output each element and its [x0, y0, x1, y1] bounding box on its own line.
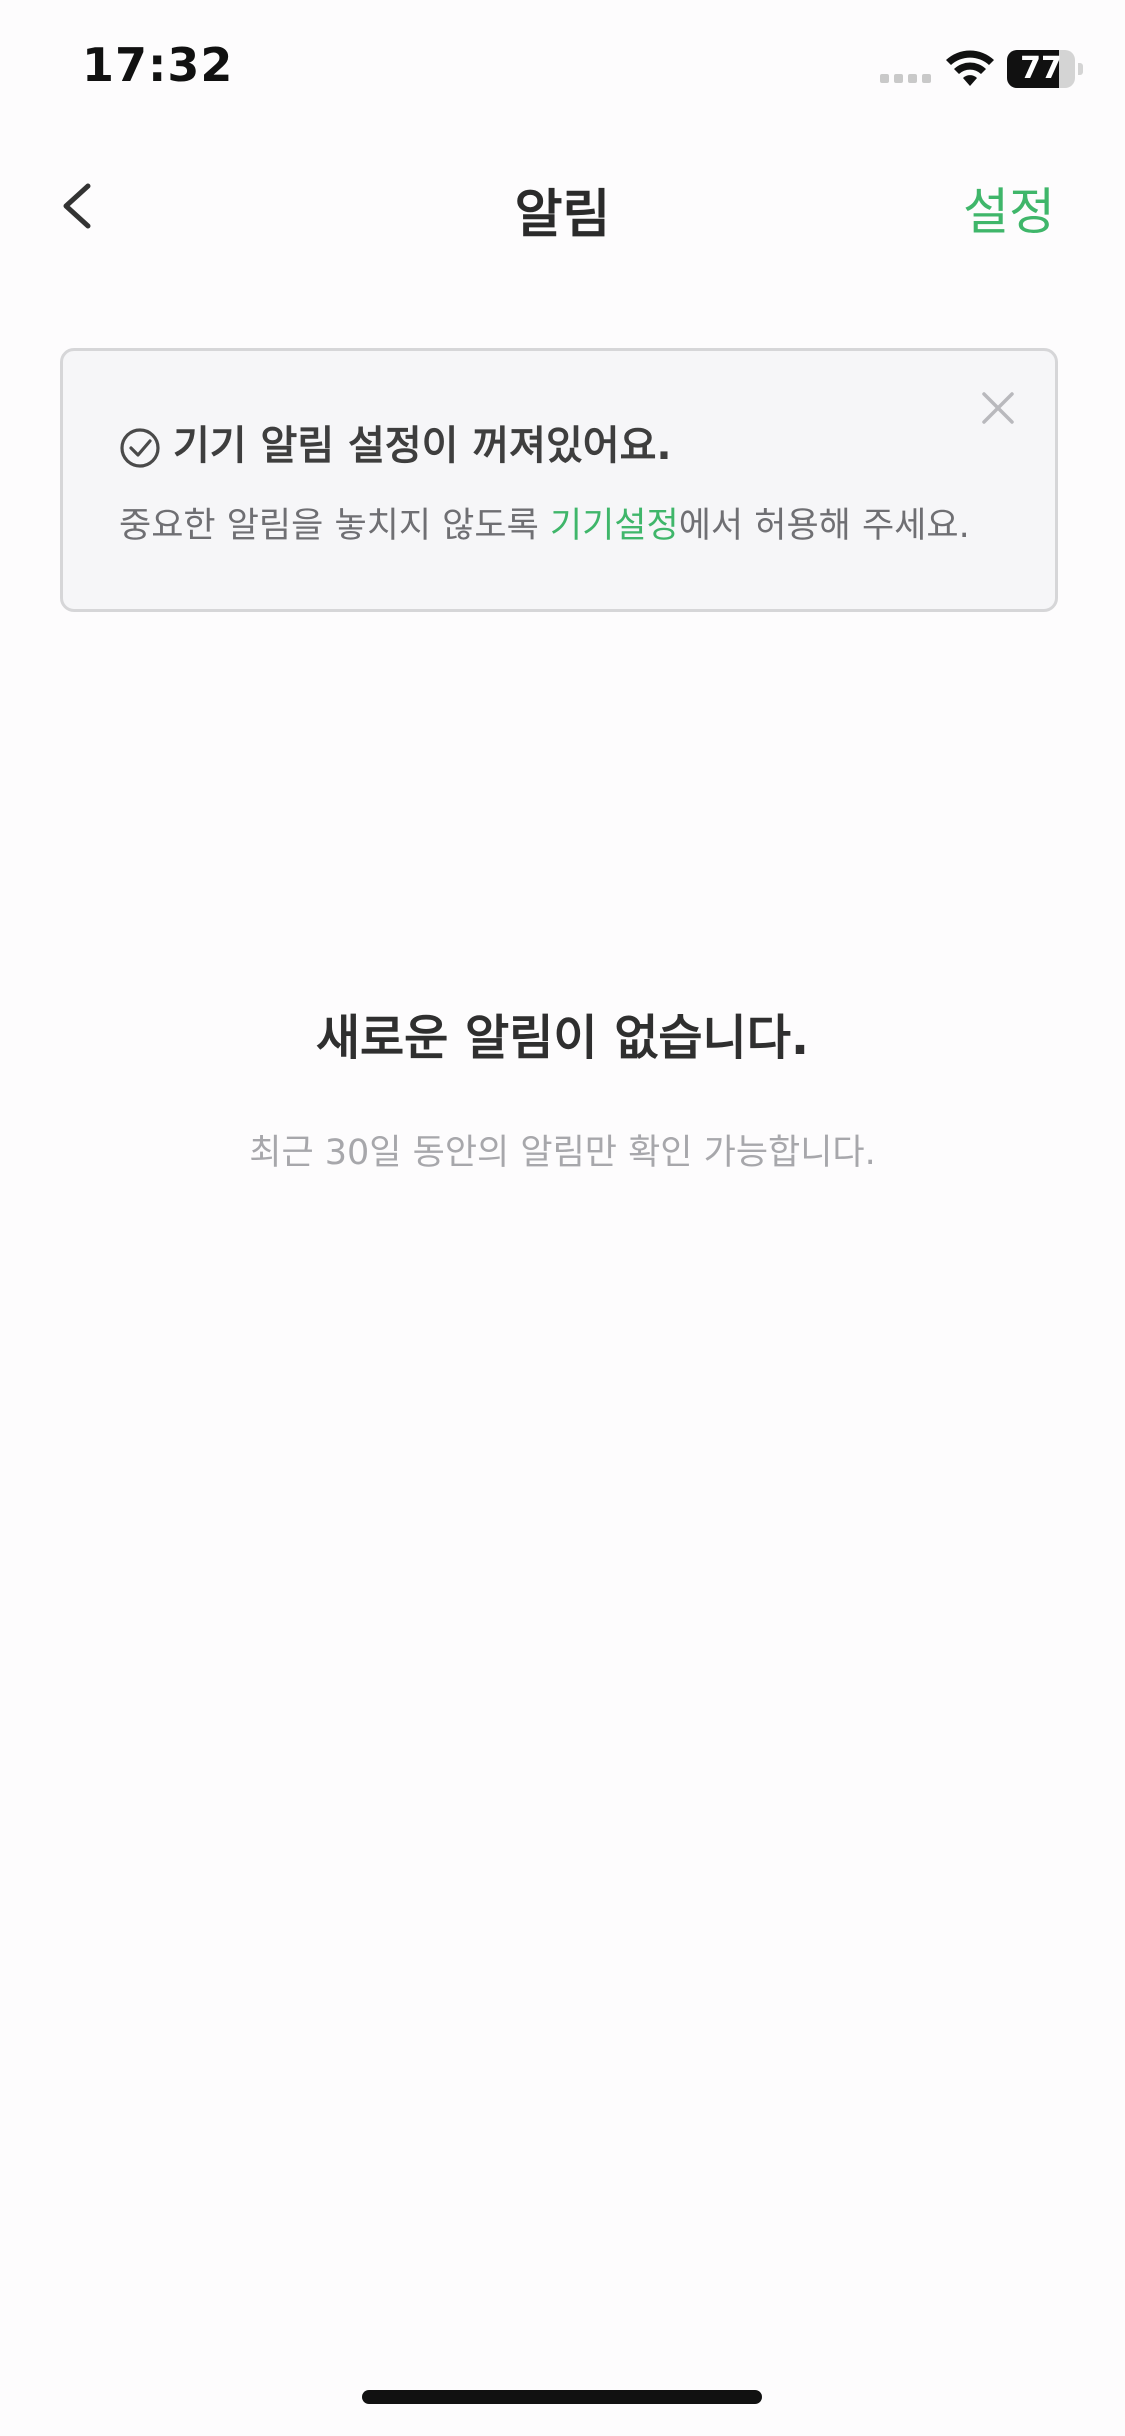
battery-tip: [1078, 63, 1083, 75]
status-bar: 17:32 77: [0, 0, 1125, 140]
notification-permission-notice: 기기 알림 설정이 꺼져있어요. 중요한 알림을 놓치지 않도록 기기설정에서 …: [60, 348, 1058, 612]
notice-title: 기기 알림 설정이 꺼져있어요.: [173, 423, 672, 469]
battery-icon: 77: [1007, 50, 1085, 88]
close-icon[interactable]: [981, 391, 1015, 425]
home-indicator: [362, 2390, 762, 2404]
status-time: 17:32: [82, 38, 234, 92]
cellular-signal-icon: [880, 74, 934, 84]
header: 알림 설정: [0, 150, 1125, 260]
notice-desc-suffix: 에서 허용해 주세요.: [678, 506, 970, 546]
page-title: 알림: [514, 185, 611, 245]
empty-state-title: 새로운 알림이 없습니다.: [315, 1010, 810, 1066]
notice-description: 중요한 알림을 놓치지 않도록 기기설정에서 허용해 주세요.: [119, 497, 970, 548]
device-settings-link[interactable]: 기기설정: [550, 506, 679, 546]
wifi-icon: [946, 50, 994, 86]
battery-body: 77: [1007, 50, 1075, 88]
battery-level: 77: [1020, 51, 1062, 86]
check-circle-icon: [120, 428, 160, 468]
empty-state-subtitle: 최근 30일 동안의 알림만 확인 가능합니다.: [249, 1133, 876, 1173]
settings-button[interactable]: 설정: [963, 172, 1055, 244]
notice-desc-prefix: 중요한 알림을 놓치지 않도록: [119, 506, 550, 546]
